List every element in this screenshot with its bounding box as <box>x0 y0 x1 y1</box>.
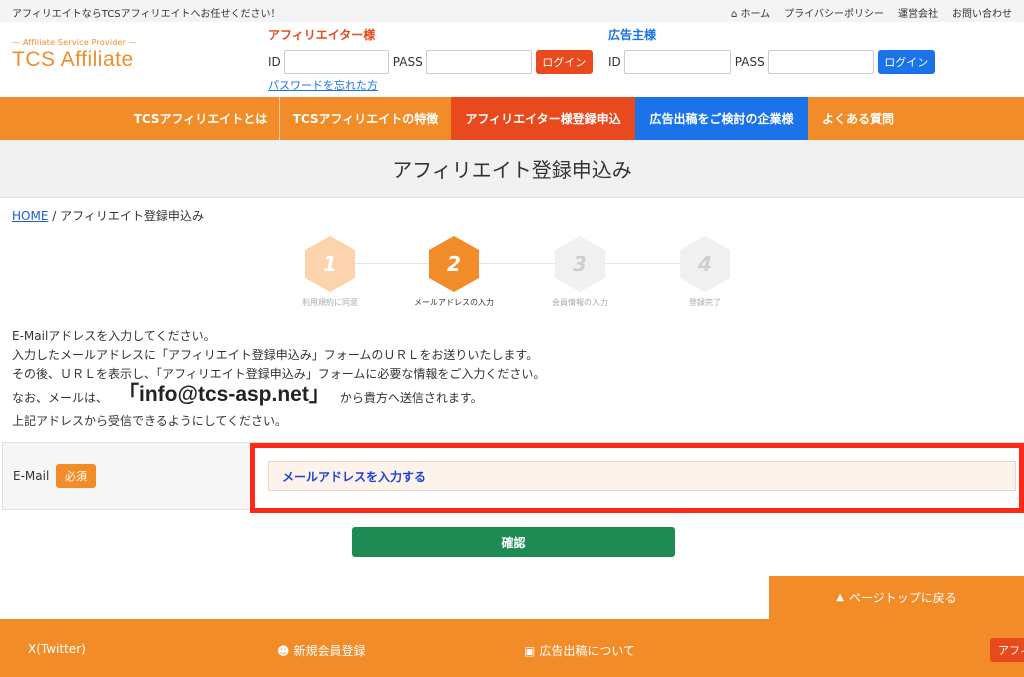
main-nav: TCSアフィリエイトとは TCSアフィリエイトの特徴 アフィリエイター様登録申込… <box>0 97 1024 140</box>
advertiser-pass-input[interactable] <box>767 50 874 74</box>
nav-features[interactable]: TCSアフィリエイトの特徴 <box>280 97 451 140</box>
forgot-password-link[interactable]: パスワードを忘れた方 <box>268 77 593 93</box>
progress-steps: 1 利用規約に同意 2 メールアドレスの入力 3 会員情報の入力 4 登録完了 <box>0 236 1024 312</box>
advertiser-login: 広告主様 ID PASS ログイン <box>608 26 935 74</box>
required-badge: 必須 <box>56 464 96 488</box>
step-4-hexagon: 4 <box>680 236 730 292</box>
breadcrumb-separator: / <box>52 209 57 223</box>
page-top-button[interactable]: ▲ ページトップに戻る <box>769 576 1024 619</box>
arrow-up-icon: ▲ <box>836 592 844 603</box>
page-top-label: ページトップに戻る <box>848 591 957 605</box>
privacy-link[interactable]: プライバシーポリシー <box>784 5 884 20</box>
footer-ads-label: 広告出稿について <box>539 644 635 658</box>
user-plus-icon: ☻ <box>277 643 290 658</box>
affiliate-id-label: ID <box>268 55 281 69</box>
footer-signup-label: 新規会員登録 <box>293 644 366 658</box>
intro-line-4-suffix: から貴方へ送信されます。 <box>339 390 483 405</box>
affiliate-login-button[interactable]: ログイン <box>535 50 593 74</box>
intro-line-4-prefix: なお、メールは、 <box>12 390 109 405</box>
step-1-hexagon: 1 <box>305 236 355 292</box>
step-2-label: メールアドレスの入力 <box>414 298 494 307</box>
step-1-label: 利用規約に同意 <box>302 298 358 307</box>
site-logo[interactable]: — Affiliate Service Provider — TCS Affil… <box>12 38 162 72</box>
top-bar: アフィリエイトならTCSアフィリエイトへお任せください！ ⌂ ホーム プライバシ… <box>0 0 1024 22</box>
company-link[interactable]: 運営会社 <box>898 5 938 20</box>
footer-signup-link[interactable]: ☻ 新規会員登録 <box>277 642 366 659</box>
home-link-label: ホーム <box>740 9 771 20</box>
affiliate-pass-label: PASS <box>392 55 423 69</box>
advertiser-id-label: ID <box>608 55 621 69</box>
footer-affiliate-tag[interactable]: アフィリエイター様 <box>990 638 1024 662</box>
step-2-hexagon: 2 <box>429 236 479 292</box>
intro-line-3: その後、ＵＲＬを表示し、「アフィリエイト登録申込み」フォームに必要な情報をご入力… <box>12 367 546 381</box>
nav-about[interactable]: TCSアフィリエイトとは <box>122 97 279 140</box>
step-3-hexagon: 3 <box>555 236 605 292</box>
logo-text: TCS Affiliate <box>12 48 134 71</box>
email-input[interactable]: メールアドレスを入力する <box>268 461 1016 491</box>
breadcrumb-home[interactable]: HOME <box>12 209 48 223</box>
advertiser-pass-label: PASS <box>734 55 765 69</box>
footer-ads-link[interactable]: ▣ 広告出稿について <box>524 642 635 659</box>
newspaper-icon: ▣ <box>524 643 536 658</box>
breadcrumb-current: アフィリエイト登録申込み <box>60 209 204 223</box>
confirm-button[interactable]: 確認 <box>352 527 675 557</box>
intro-line-2: 入力したメールアドレスに「アフィリエイト登録申込み」フォームのＵＲＬをお送りいた… <box>12 348 539 362</box>
step-3-label: 会員情報の入力 <box>552 298 608 307</box>
footer: X(Twitter) ☻ 新規会員登録 ▣ 広告出稿について アフィリエイター様 <box>0 619 1024 677</box>
home-icon: ⌂ <box>730 9 738 20</box>
affiliate-login-title: アフィリエイター様 <box>268 28 376 42</box>
steps-connector <box>330 263 705 264</box>
step-4: 4 登録完了 <box>655 236 755 308</box>
footer-twitter-link[interactable]: X(Twitter) <box>28 642 86 656</box>
intro-line-5: 上記アドレスから受信できるようにしてください。 <box>12 414 288 428</box>
intro-sender-line: なお、メールは、 「info@tcs-asp.net」 から貴方へ送信されます。 <box>12 384 545 412</box>
step-1: 1 利用規約に同意 <box>280 236 380 308</box>
contact-link[interactable]: お問い合わせ <box>952 5 1012 20</box>
affiliate-login: アフィリエイター様 ID PASS ログイン パスワードを忘れた方 <box>268 26 593 93</box>
page-title: アフィリエイト登録申込み <box>0 140 1024 198</box>
step-4-label: 登録完了 <box>689 298 721 307</box>
intro-text: E-Mailアドレスを入力してください。 入力したメールアドレスに「アフィリエイ… <box>12 327 545 431</box>
breadcrumb: HOME / アフィリエイト登録申込み <box>12 207 204 224</box>
advertiser-login-button[interactable]: ログイン <box>877 50 935 74</box>
nav-affiliate-signup[interactable]: アフィリエイター様登録申込 <box>451 97 635 140</box>
email-label-cell: E-Mail 必須 <box>3 443 251 509</box>
utility-links: ⌂ ホーム プライバシーポリシー 運営会社 お問い合わせ <box>731 5 1012 20</box>
advertiser-login-title: 広告主様 <box>608 28 657 42</box>
nav-faq[interactable]: よくある質問 <box>808 97 908 140</box>
intro-line-1: E-Mailアドレスを入力してください。 <box>12 329 216 343</box>
affiliate-pass-input[interactable] <box>425 50 532 74</box>
site-tagline: アフィリエイトならTCSアフィリエイトへお任せください！ <box>12 9 281 20</box>
sender-address: 「info@tcs-asp.net」 <box>118 382 330 406</box>
home-link[interactable]: ⌂ ホーム <box>731 5 770 20</box>
affiliate-id-input[interactable] <box>283 50 389 74</box>
advertiser-id-input[interactable] <box>623 50 731 74</box>
step-3: 3 会員情報の入力 <box>530 236 630 308</box>
logo-subtitle: — Affiliate Service Provider — <box>12 38 138 47</box>
step-2: 2 メールアドレスの入力 <box>404 236 504 308</box>
email-label: E-Mail <box>13 469 50 483</box>
nav-advertisers[interactable]: 広告出稿をご検討の企業様 <box>635 97 808 140</box>
